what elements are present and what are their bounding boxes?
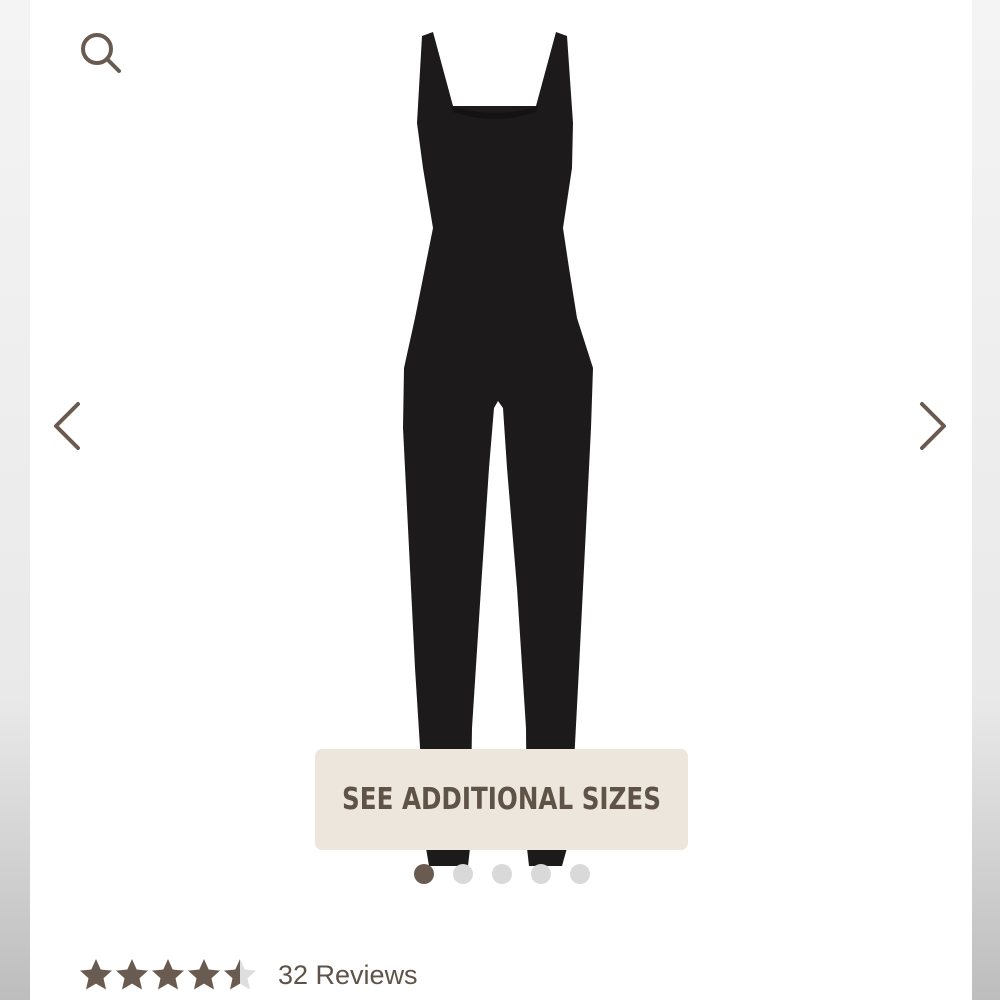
right-edge-shadow — [972, 0, 1000, 1000]
carousel-dot-4[interactable] — [531, 864, 551, 884]
search-icon[interactable] — [78, 30, 124, 76]
carousel-dot-3[interactable] — [492, 864, 512, 884]
carousel-dot-1[interactable] — [414, 864, 434, 884]
star-rating — [78, 957, 258, 993]
chevron-left-icon[interactable] — [48, 398, 88, 454]
star-icon — [80, 959, 112, 990]
carousel-dot-5[interactable] — [570, 864, 590, 884]
carousel-pagination — [414, 864, 590, 884]
jumpsuit-garment — [403, 32, 593, 866]
product-image[interactable] — [395, 28, 605, 873]
star-icon — [152, 959, 184, 990]
reviews-link[interactable]: 32 Reviews — [278, 960, 418, 991]
product-rating: 32 Reviews — [78, 952, 418, 998]
star-icon — [188, 959, 220, 990]
left-edge-shadow — [0, 0, 30, 1000]
star-icon — [224, 959, 256, 990]
star-icon — [116, 959, 148, 990]
carousel-dot-2[interactable] — [453, 864, 473, 884]
chevron-right-icon[interactable] — [912, 398, 952, 454]
see-additional-sizes-button[interactable]: SEE ADDITIONAL SIZES — [314, 749, 689, 850]
